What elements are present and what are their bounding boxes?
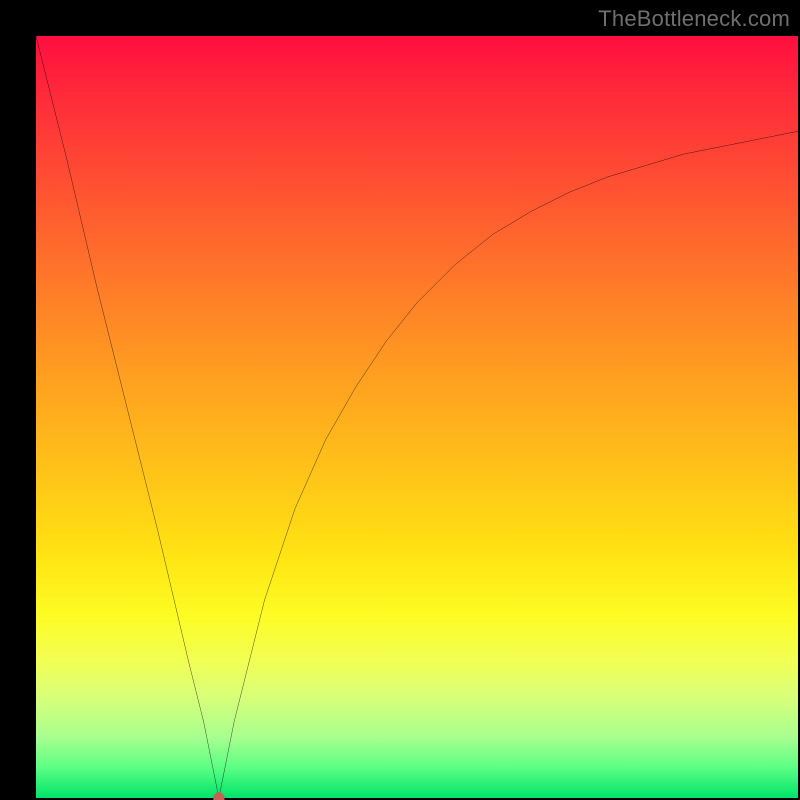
- chart-frame: TheBottleneck.com: [0, 0, 800, 800]
- watermark-text: TheBottleneck.com: [598, 6, 790, 32]
- minimum-marker: [213, 792, 224, 800]
- curve-layer: [36, 36, 798, 798]
- bottleneck-curve: [36, 36, 798, 798]
- plot-area: [36, 36, 798, 798]
